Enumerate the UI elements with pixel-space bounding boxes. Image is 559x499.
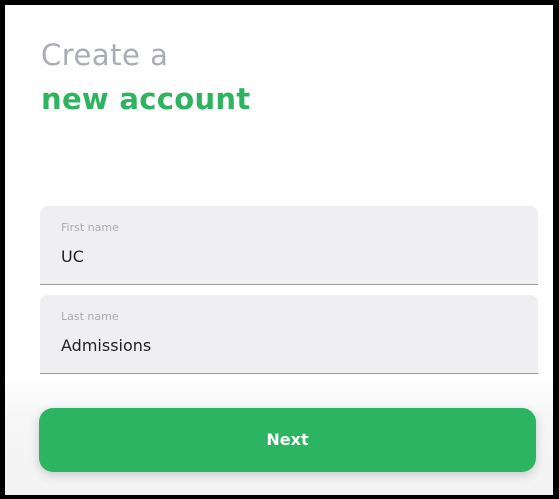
page-title-prefix: Create a — [41, 38, 169, 72]
page-title: new account — [41, 82, 251, 116]
create-account-screen: Create a new account First name Last nam… — [5, 5, 553, 495]
device-frame: Create a new account First name Last nam… — [0, 0, 559, 499]
last-name-field[interactable]: Last name — [40, 295, 538, 374]
first-name-field[interactable]: First name — [40, 206, 538, 285]
last-name-input[interactable] — [61, 333, 521, 357]
last-name-label: Last name — [61, 310, 119, 323]
next-button[interactable]: Next — [39, 408, 536, 472]
first-name-input[interactable] — [61, 244, 521, 268]
first-name-label: First name — [61, 221, 119, 234]
